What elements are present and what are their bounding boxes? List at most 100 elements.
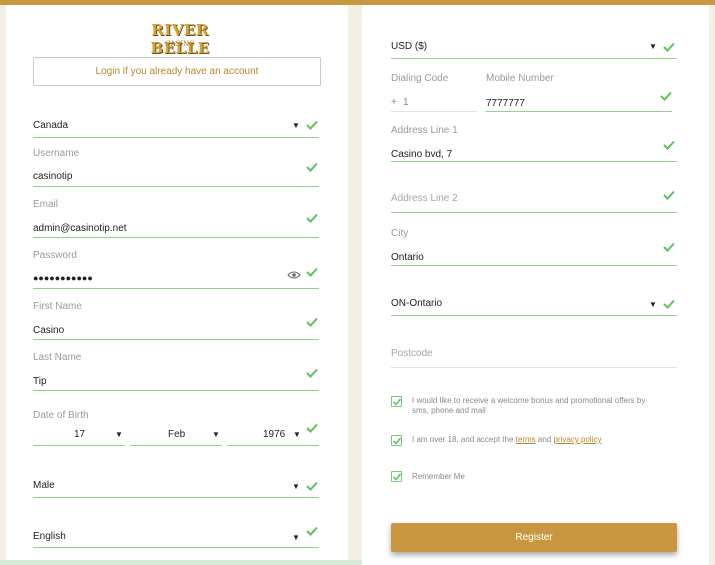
logo-subtext: CASINO bbox=[165, 40, 195, 48]
caret-down-icon: ▼ bbox=[293, 430, 301, 439]
username-field[interactable]: Username casinotip bbox=[33, 148, 323, 188]
email-label: Email bbox=[33, 199, 59, 210]
dialing-code-value: 1 bbox=[403, 97, 409, 108]
language-select[interactable]: English ▼ bbox=[33, 523, 323, 549]
last-name-label: Last Name bbox=[33, 352, 82, 363]
caret-down-icon: ▼ bbox=[649, 300, 657, 309]
gender-value: Male bbox=[33, 480, 55, 491]
province-select[interactable]: ON-Ontario ▼ bbox=[391, 292, 681, 318]
field-underline bbox=[391, 367, 677, 368]
right-form-panel: USD ($) ▼ Dialing Code + 1 Mobile Number… bbox=[362, 5, 709, 565]
check-icon bbox=[663, 42, 675, 52]
field-underline bbox=[130, 445, 222, 446]
register-button[interactable]: Register bbox=[391, 523, 677, 552]
remember-me-checkbox[interactable] bbox=[391, 471, 402, 482]
check-icon bbox=[660, 91, 672, 101]
email-value: admin@casinotip.net bbox=[33, 223, 127, 234]
password-field[interactable]: Password ●●●●●●●●●●● bbox=[33, 250, 323, 290]
check-icon bbox=[663, 140, 675, 150]
field-underline bbox=[486, 111, 672, 112]
date-of-birth-group: Date of Birth 17 ▼ Feb ▼ 1976 ▼ bbox=[33, 410, 323, 450]
address-line-2-placeholder: Address Line 2 bbox=[391, 193, 458, 204]
field-underline bbox=[33, 237, 319, 238]
caret-down-icon: ▼ bbox=[292, 482, 300, 491]
mobile-number-label: Mobile Number bbox=[486, 73, 554, 84]
age-terms-text: I am over 18, and accept the terms and p… bbox=[412, 435, 662, 445]
caret-down-icon: ▼ bbox=[292, 533, 300, 542]
dialing-code-label: Dialing Code bbox=[391, 73, 449, 84]
age-terms-prefix: I am over 18, and accept the bbox=[412, 435, 514, 444]
field-underline bbox=[391, 212, 677, 213]
address-line-2-field[interactable]: Address Line 2 bbox=[391, 188, 681, 216]
address-line-1-field[interactable]: Address Line 1 Casino bvd, 7 bbox=[391, 125, 681, 165]
postcode-placeholder: Postcode bbox=[391, 348, 433, 359]
offers-consent-text: I would like to receive a welcome bonus … bbox=[412, 396, 646, 415]
city-label: City bbox=[391, 228, 409, 239]
dialing-code-prefix: + bbox=[391, 97, 397, 108]
city-value: Ontario bbox=[391, 252, 424, 263]
field-underline bbox=[33, 339, 319, 340]
dob-month-value: Feb bbox=[168, 429, 186, 440]
check-icon bbox=[306, 526, 318, 536]
terms-link[interactable]: terms bbox=[516, 435, 536, 444]
field-underline bbox=[33, 497, 319, 498]
caret-down-icon: ▼ bbox=[292, 121, 300, 130]
city-field[interactable]: City Ontario bbox=[391, 228, 681, 268]
logo-text: RIVER BELLE bbox=[150, 21, 210, 57]
field-underline bbox=[391, 111, 477, 112]
first-name-field[interactable]: First Name Casino bbox=[33, 301, 323, 341]
field-underline bbox=[33, 445, 125, 446]
and-text: and bbox=[537, 435, 552, 444]
privacy-policy-link[interactable]: privacy policy bbox=[553, 435, 601, 444]
caret-down-icon: ▼ bbox=[649, 42, 657, 51]
eye-icon[interactable] bbox=[287, 267, 301, 279]
check-icon bbox=[306, 317, 318, 327]
country-select[interactable]: Canada ▼ bbox=[33, 113, 323, 139]
check-icon bbox=[663, 299, 675, 309]
check-icon bbox=[306, 213, 318, 223]
gender-select[interactable]: Male ▼ bbox=[33, 473, 323, 499]
address-line-1-label: Address Line 1 bbox=[391, 125, 458, 136]
field-underline bbox=[33, 137, 319, 138]
country-value: Canada bbox=[33, 120, 69, 131]
check-icon bbox=[306, 481, 318, 491]
dob-month-select[interactable]: Feb ▼ bbox=[130, 424, 222, 446]
currency-value: USD ($) bbox=[391, 41, 428, 52]
offers-consent-checkbox[interactable] bbox=[391, 396, 402, 407]
check-icon bbox=[306, 423, 318, 433]
river-belle-logo[interactable]: RIVER BELLE CASINO bbox=[132, 19, 228, 57]
username-value: casinotip bbox=[33, 171, 73, 182]
dob-day-value: 17 bbox=[74, 429, 86, 440]
postcode-field[interactable]: Postcode bbox=[391, 343, 681, 369]
check-icon bbox=[663, 190, 675, 200]
login-link-button[interactable]: Login if you already have an account bbox=[33, 57, 321, 86]
field-underline bbox=[391, 58, 677, 59]
field-underline bbox=[33, 288, 319, 289]
field-underline bbox=[391, 315, 677, 316]
field-underline bbox=[227, 445, 319, 446]
password-label: Password bbox=[33, 250, 77, 261]
caret-down-icon: ▼ bbox=[115, 430, 123, 439]
language-value: English bbox=[33, 531, 66, 542]
field-underline bbox=[33, 186, 319, 187]
caret-down-icon: ▼ bbox=[212, 430, 220, 439]
dob-year-value: 1976 bbox=[263, 429, 286, 440]
dialing-code-field[interactable]: Dialing Code + 1 bbox=[391, 73, 477, 113]
email-field[interactable]: Email admin@casinotip.net bbox=[33, 199, 323, 239]
first-name-label: First Name bbox=[33, 301, 82, 312]
field-underline bbox=[33, 390, 319, 391]
bottom-divider bbox=[0, 560, 362, 565]
dob-label: Date of Birth bbox=[33, 410, 89, 421]
age-terms-checkbox[interactable] bbox=[391, 435, 402, 446]
check-icon bbox=[306, 120, 318, 130]
remember-me-label: Remember Me bbox=[412, 472, 465, 481]
currency-select[interactable]: USD ($) ▼ bbox=[391, 35, 681, 61]
last-name-field[interactable]: Last Name Tip bbox=[33, 352, 323, 392]
dob-day-select[interactable]: 17 ▼ bbox=[33, 424, 125, 446]
field-underline bbox=[391, 161, 677, 162]
check-icon bbox=[306, 368, 318, 378]
username-label: Username bbox=[33, 148, 80, 159]
field-underline bbox=[391, 265, 677, 266]
mobile-number-field[interactable]: Mobile Number 7777777 bbox=[486, 73, 681, 113]
address-line-1-value: Casino bvd, 7 bbox=[391, 149, 453, 160]
